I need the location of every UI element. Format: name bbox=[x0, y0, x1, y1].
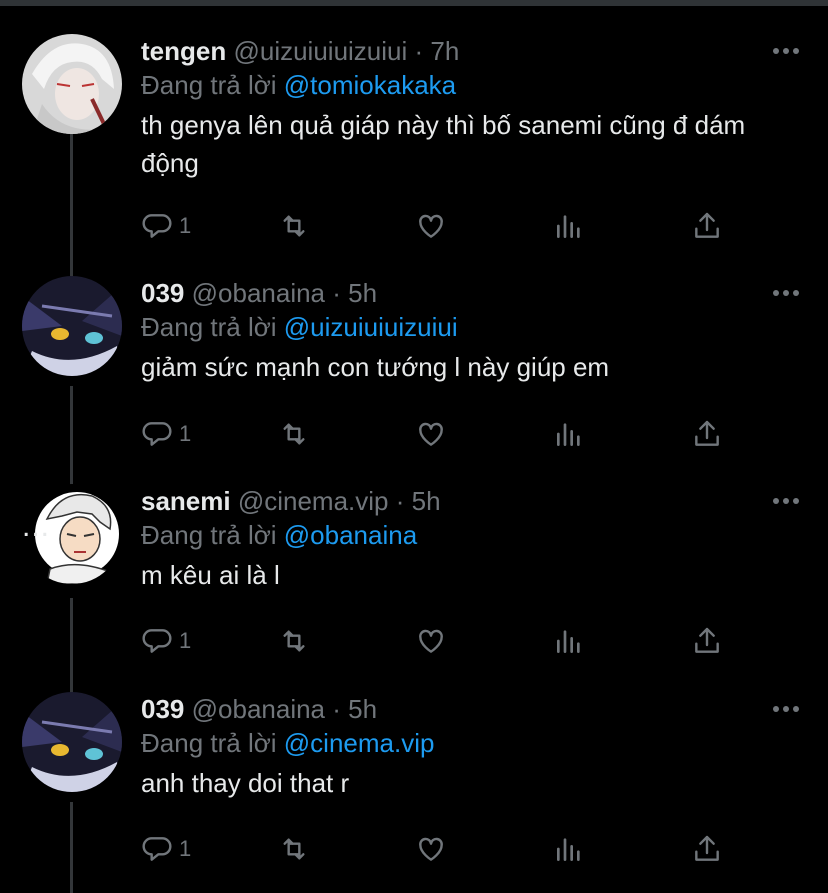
tweet-text: giảm sức mạnh con tướng l này giúp em bbox=[141, 352, 610, 382]
share-icon bbox=[695, 835, 719, 861]
avatar[interactable] bbox=[22, 692, 122, 792]
retweet-icon bbox=[283, 423, 305, 445]
views-button[interactable] bbox=[553, 414, 585, 454]
share-icon bbox=[695, 212, 719, 238]
replying-to-label: Đang trả lời bbox=[141, 728, 284, 758]
more-icon[interactable] bbox=[772, 704, 800, 714]
reply-button[interactable]: 1 bbox=[141, 206, 191, 246]
tweet-text: th genya lên quả giáp này thì bố sanemi … bbox=[141, 110, 746, 178]
replying-to-label: Đang trả lời bbox=[141, 520, 284, 550]
tweet-actions: 1 bbox=[141, 829, 741, 869]
display-name[interactable]: tengen bbox=[141, 36, 226, 66]
heart-icon bbox=[419, 214, 443, 238]
more-icon[interactable] bbox=[772, 496, 800, 506]
thread-line bbox=[70, 598, 73, 693]
heart-icon bbox=[419, 629, 443, 653]
reply-icon bbox=[142, 214, 172, 238]
tweet-text: m kêu ai là l bbox=[141, 560, 280, 590]
retweet-icon bbox=[283, 215, 305, 237]
timestamp[interactable]: 5h bbox=[348, 278, 377, 308]
display-name[interactable]: 039 bbox=[141, 278, 184, 308]
retweet-button[interactable] bbox=[278, 621, 310, 661]
avatar[interactable] bbox=[22, 276, 122, 376]
retweet-icon bbox=[283, 838, 305, 860]
like-button[interactable] bbox=[415, 621, 447, 661]
user-handle[interactable]: @uizuiuiuizuiui bbox=[233, 36, 407, 66]
reply-count: 1 bbox=[179, 836, 192, 861]
reply-mention-link[interactable]: @obanaina bbox=[284, 520, 417, 550]
reply-icon bbox=[142, 422, 172, 446]
more-icon[interactable] bbox=[772, 288, 800, 298]
separator-dot: · bbox=[395, 486, 405, 516]
thread-line bbox=[70, 802, 73, 893]
retweet-button[interactable] bbox=[278, 414, 310, 454]
heart-icon bbox=[419, 837, 443, 861]
avatar[interactable] bbox=[22, 34, 122, 134]
like-button[interactable] bbox=[415, 206, 447, 246]
views-icon bbox=[557, 423, 580, 446]
user-handle[interactable]: @obanaina bbox=[192, 278, 325, 308]
views-icon bbox=[557, 838, 580, 861]
timestamp[interactable]: 7h bbox=[430, 36, 459, 66]
share-button[interactable] bbox=[691, 829, 723, 869]
reply-mention-link[interactable]: @tomiokakaka bbox=[284, 70, 456, 100]
avatar-image bbox=[22, 276, 122, 376]
avatar-ellipsis: ... bbox=[22, 510, 51, 543]
separator-dot: · bbox=[332, 694, 341, 724]
retweet-icon bbox=[283, 630, 305, 652]
retweet-button[interactable] bbox=[278, 206, 310, 246]
retweet-button[interactable] bbox=[278, 829, 310, 869]
thread-line bbox=[70, 128, 73, 276]
avatar-image bbox=[22, 34, 122, 134]
reply-icon bbox=[142, 629, 172, 653]
display-name[interactable]: sanemi bbox=[141, 486, 231, 516]
reply-count: 1 bbox=[179, 213, 192, 238]
avatar-image bbox=[22, 692, 122, 792]
reply-mention-link[interactable]: @uizuiuiuizuiui bbox=[284, 312, 458, 342]
thread-line bbox=[70, 386, 73, 486]
separator-dot: · bbox=[414, 36, 424, 66]
replying-to-label: Đang trả lời bbox=[141, 312, 284, 342]
views-button[interactable] bbox=[553, 621, 585, 661]
reply-button[interactable]: 1 bbox=[141, 829, 191, 869]
share-icon bbox=[695, 420, 719, 446]
views-icon bbox=[557, 630, 580, 653]
share-button[interactable] bbox=[691, 206, 723, 246]
tweet-text: anh thay doi that r bbox=[141, 768, 350, 798]
reply-mention-link[interactable]: @cinema.vip bbox=[284, 728, 435, 758]
replying-to-label: Đang trả lời bbox=[141, 70, 284, 100]
reply-icon bbox=[142, 837, 172, 861]
share-button[interactable] bbox=[691, 414, 723, 454]
tweet-actions: 1 bbox=[141, 206, 741, 246]
more-icon[interactable] bbox=[772, 46, 800, 56]
display-name[interactable]: 039 bbox=[141, 694, 184, 724]
reply-count: 1 bbox=[179, 628, 192, 653]
timestamp[interactable]: 5h bbox=[412, 486, 441, 516]
like-button[interactable] bbox=[415, 829, 447, 869]
reply-button[interactable]: 1 bbox=[141, 414, 191, 454]
user-handle[interactable]: @cinema.vip bbox=[238, 486, 389, 516]
like-button[interactable] bbox=[415, 414, 447, 454]
separator-dot: · bbox=[332, 278, 341, 308]
tweet-actions: 1 bbox=[141, 621, 741, 661]
reply-button[interactable]: 1 bbox=[141, 621, 191, 661]
share-button[interactable] bbox=[691, 621, 723, 661]
views-icon bbox=[557, 215, 580, 238]
tweet-actions: 1 bbox=[141, 414, 741, 454]
views-button[interactable] bbox=[553, 829, 585, 869]
share-icon bbox=[695, 627, 719, 653]
top-divider bbox=[0, 0, 828, 6]
heart-icon bbox=[419, 422, 443, 446]
views-button[interactable] bbox=[553, 206, 585, 246]
timestamp[interactable]: 5h bbox=[348, 694, 377, 724]
user-handle[interactable]: @obanaina bbox=[192, 694, 325, 724]
reply-count: 1 bbox=[179, 421, 192, 446]
